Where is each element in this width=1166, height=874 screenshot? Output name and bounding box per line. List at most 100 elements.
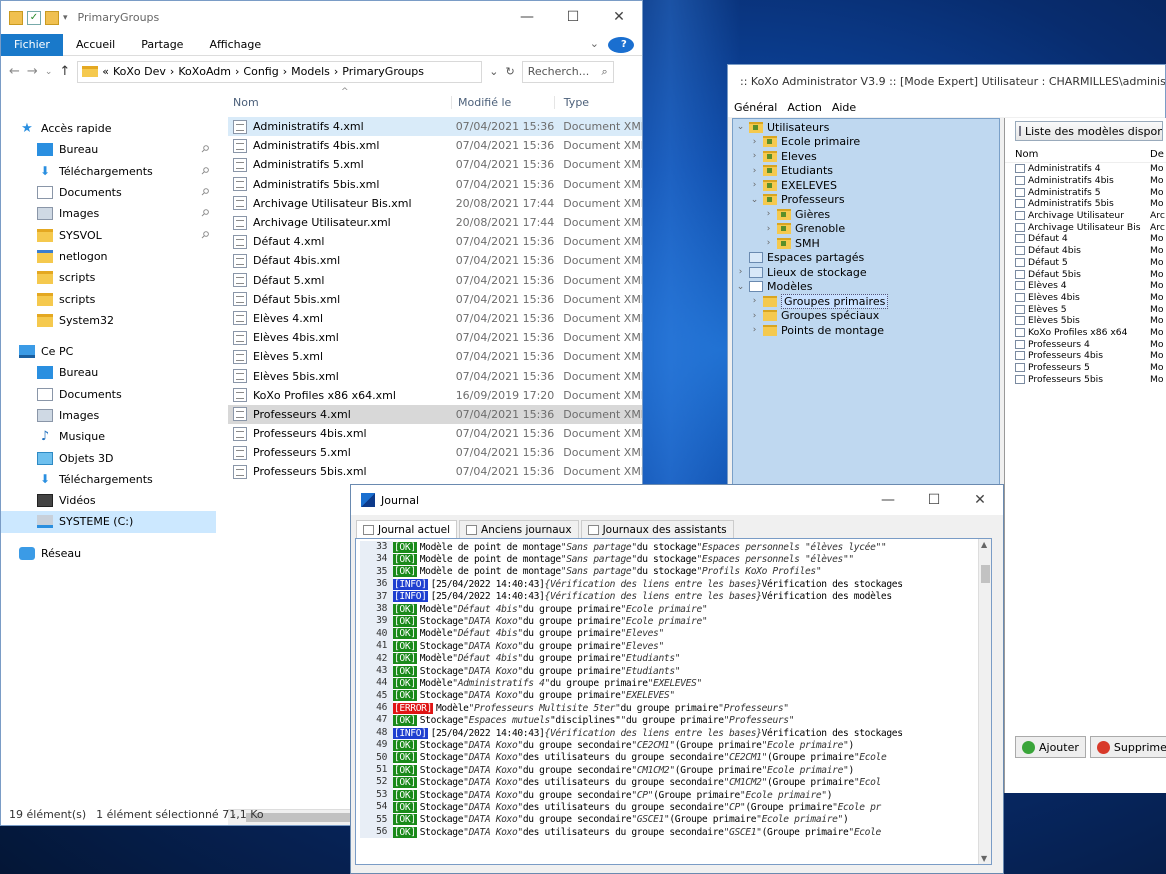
pin-icon[interactable]: ⚲ xyxy=(198,165,211,178)
expand-chevron-icon[interactable]: › xyxy=(750,296,759,306)
file-row[interactable]: Professeurs 4.xml 07/04/2021 15:36 Documen… xyxy=(228,404,642,424)
file-row[interactable]: Défaut 4bis.xml 07/04/2021 15:36 Document … xyxy=(228,251,642,270)
tab-accueil[interactable]: Accueil xyxy=(63,38,128,51)
breadcrumb-koxoadm[interactable]: KoXoAdm xyxy=(178,65,231,78)
expand-chevron-icon[interactable]: › xyxy=(750,137,759,147)
column-header-name[interactable]: Nom xyxy=(1015,149,1150,160)
tree-node[interactable]: › Lieux de stockage xyxy=(733,265,999,280)
model-row[interactable]: Professeurs 5bis Mo xyxy=(1005,373,1166,385)
menu-general[interactable]: Général xyxy=(734,101,777,114)
file-row[interactable]: KoXo Profiles x86 x64.xml 16/09/2019 17:2… xyxy=(228,386,642,405)
sidebar-item[interactable]: Bureau ⚲ xyxy=(1,139,216,160)
column-header-type[interactable]: Type xyxy=(553,95,642,109)
scroll-down-icon[interactable]: ▼ xyxy=(981,854,987,863)
file-row[interactable]: Archivage Utilisateur.xml 20/08/2021 17:4… xyxy=(228,213,642,232)
file-row[interactable]: Administratifs 4.xml 07/04/2021 15:36 Docu… xyxy=(228,117,642,137)
model-row[interactable]: Défaut 4 Mo xyxy=(1005,233,1166,245)
model-row[interactable]: Défaut 5bis Mo xyxy=(1005,268,1166,280)
model-row[interactable]: Archivage Utilisateur Arc xyxy=(1005,210,1166,222)
forward-arrow-icon[interactable]: → xyxy=(27,64,38,79)
expand-chevron-icon[interactable]: ⌄ xyxy=(750,195,759,205)
sidebar-item[interactable]: SYSTEME (C:) xyxy=(1,511,216,533)
tree-node[interactable]: › Groupes primaires xyxy=(733,293,999,309)
file-row[interactable]: Elèves 4.xml 07/04/2021 15:36 Document XML xyxy=(228,309,642,328)
file-row[interactable]: Elèves 5bis.xml 07/04/2021 15:36 Document … xyxy=(228,366,642,385)
tree-node[interactable]: › EXELEVES xyxy=(733,178,999,193)
menu-action[interactable]: Action xyxy=(787,101,821,114)
sidebar-item[interactable]: netlogon xyxy=(1,246,216,267)
sidebar-item[interactable]: Vidéos xyxy=(1,490,216,511)
search-input[interactable]: Recherch... ⌕ xyxy=(521,60,614,83)
model-row[interactable]: Elèves 5bis Mo xyxy=(1005,315,1166,327)
tree-node[interactable]: › Groupes spéciaux xyxy=(733,309,999,324)
breadcrumb-overflow[interactable]: « xyxy=(102,65,109,78)
breadcrumb-config[interactable]: Config xyxy=(243,65,278,78)
model-row[interactable]: Administratifs 4bis Mo xyxy=(1005,175,1166,187)
model-row[interactable]: Défaut 5 Mo xyxy=(1005,257,1166,269)
models-panel-header[interactable]: Liste des modèles disponibles xyxy=(1015,121,1163,141)
sidebar-item[interactable]: Images xyxy=(1,405,216,426)
close-button[interactable]: ✕ xyxy=(957,485,1003,515)
address-dropdown-icon[interactable]: ⌄ xyxy=(489,65,498,78)
minimize-button[interactable]: — xyxy=(504,1,550,33)
tree-node[interactable]: › Eleves xyxy=(733,149,999,164)
scrollbar-thumb[interactable] xyxy=(981,565,990,583)
expand-chevron-icon[interactable]: ⌄ xyxy=(736,122,745,132)
expand-chevron-icon[interactable]: ⌄ xyxy=(736,282,745,292)
breadcrumb-primarygroups[interactable]: PrimaryGroups xyxy=(342,65,424,78)
expand-chevron-icon[interactable]: › xyxy=(736,267,745,277)
up-arrow-icon[interactable]: ↑ xyxy=(59,64,70,79)
file-row[interactable]: Administratifs 4bis.xml 07/04/2021 15:36 D… xyxy=(228,136,642,155)
close-button[interactable]: ✕ xyxy=(596,1,642,33)
tree-node[interactable]: › Ecole primaire xyxy=(733,135,999,150)
sidebar-item[interactable]: System32 xyxy=(1,310,216,331)
tree-node[interactable]: Espaces partagés xyxy=(733,251,999,266)
expand-chevron-icon[interactable]: › xyxy=(750,166,759,176)
model-row[interactable]: Elèves 5 Mo xyxy=(1005,303,1166,315)
file-row[interactable]: Elèves 4bis.xml 07/04/2021 15:36 Document … xyxy=(228,328,642,347)
maximize-button[interactable]: ☐ xyxy=(911,485,957,515)
model-row[interactable]: Professeurs 4bis Mo xyxy=(1005,350,1166,362)
expand-ribbon-icon[interactable]: ⌄ xyxy=(577,37,612,50)
recent-locations-icon[interactable]: ⌄ xyxy=(45,67,53,77)
model-row[interactable]: Archivage Utilisateur Bis Arc xyxy=(1005,221,1166,233)
pin-icon[interactable]: ⚲ xyxy=(198,186,211,199)
expand-chevron-icon[interactable]: › xyxy=(764,209,773,219)
file-row[interactable]: Administratifs 5bis.xml 07/04/2021 15:36 D… xyxy=(228,175,642,194)
sidebar-item[interactable]: Ce PC xyxy=(1,341,216,362)
file-row[interactable]: Professeurs 5bis.xml 07/04/2021 15:36 Docu… xyxy=(228,462,642,481)
sidebar-item[interactable]: Objets 3D xyxy=(1,447,216,468)
new-folder-icon[interactable] xyxy=(45,10,59,25)
file-row[interactable]: Professeurs 5.xml 07/04/2021 15:36 Documen… xyxy=(228,443,642,462)
tab-anciens-journaux[interactable]: Anciens journaux xyxy=(459,520,579,539)
tab-journal-actuel[interactable]: Journal actuel xyxy=(356,520,458,539)
sidebar-item[interactable]: Documents xyxy=(1,384,216,405)
minimize-button[interactable]: — xyxy=(865,485,911,515)
tree-node[interactable]: › Etudiants xyxy=(733,164,999,179)
model-row[interactable]: Elèves 4 Mo xyxy=(1005,280,1166,292)
file-row[interactable]: Défaut 5.xml 07/04/2021 15:36 Document XML xyxy=(228,271,642,290)
refresh-icon[interactable]: ↻ xyxy=(505,65,514,78)
sidebar-item[interactable]: ⬇ Téléchargements xyxy=(1,469,216,490)
tree-node[interactable]: ⌄ Utilisateurs xyxy=(733,120,999,135)
file-row[interactable]: Archivage Utilisateur Bis.xml 20/08/2021 … xyxy=(228,194,642,213)
column-header-name[interactable]: Nom xyxy=(228,96,451,109)
model-row[interactable]: Défaut 4bis Mo xyxy=(1005,245,1166,257)
tree-node[interactable]: ⌄ Professeurs xyxy=(733,193,999,208)
sidebar-item[interactable]: ⬇ Téléchargements ⚲ xyxy=(1,161,216,182)
sidebar-item[interactable]: Bureau xyxy=(1,362,216,383)
maximize-button[interactable]: ☐ xyxy=(550,1,596,33)
sidebar-item[interactable]: ★ Accès rapide xyxy=(1,118,216,139)
sidebar-item[interactable]: scripts xyxy=(1,267,216,288)
vertical-scrollbar[interactable]: ▲ ▼ xyxy=(978,539,991,864)
pin-icon[interactable]: ⚲ xyxy=(198,143,211,156)
journal-log[interactable]: 33 [OK] Modèle de point de montage "Sans p… xyxy=(355,538,992,865)
tree-node[interactable]: › SMH xyxy=(733,236,999,251)
tree-node[interactable]: › Points de montage xyxy=(733,323,999,338)
breadcrumb-koxo-dev[interactable]: KoXo Dev xyxy=(113,65,166,78)
model-row[interactable]: Professeurs 4 Mo xyxy=(1005,338,1166,350)
tree-node[interactable]: ⌄ Modèles xyxy=(733,280,999,295)
model-row[interactable]: Elèves 4bis Mo xyxy=(1005,292,1166,304)
file-row[interactable]: Elèves 5.xml 07/04/2021 15:36 Document XML xyxy=(228,347,642,366)
tab-journaux-assistants[interactable]: Journaux des assistants xyxy=(580,520,734,539)
